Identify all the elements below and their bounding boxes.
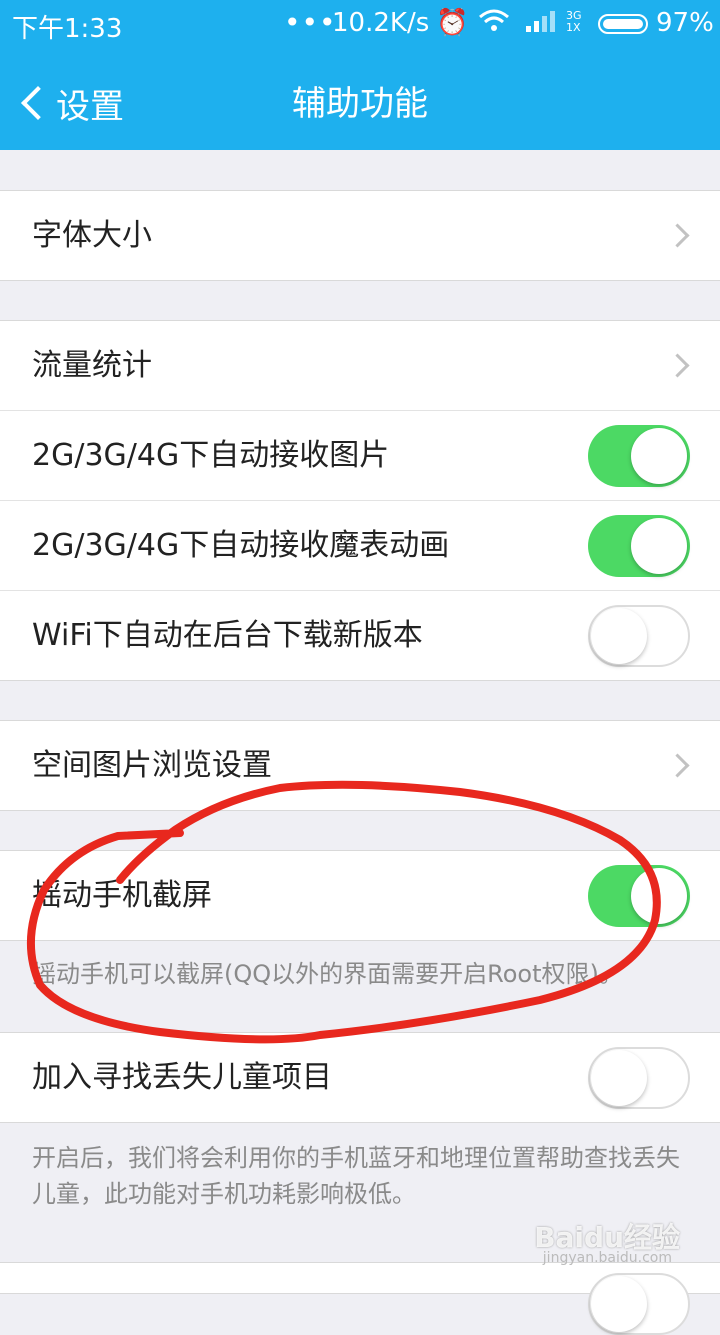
- toggle-knob: [591, 1276, 647, 1332]
- watermark-site: jingyan.baidu.com: [542, 1250, 672, 1266]
- red-annotation-circle: [26, 780, 661, 1044]
- next-toggle[interactable]: [588, 1273, 690, 1335]
